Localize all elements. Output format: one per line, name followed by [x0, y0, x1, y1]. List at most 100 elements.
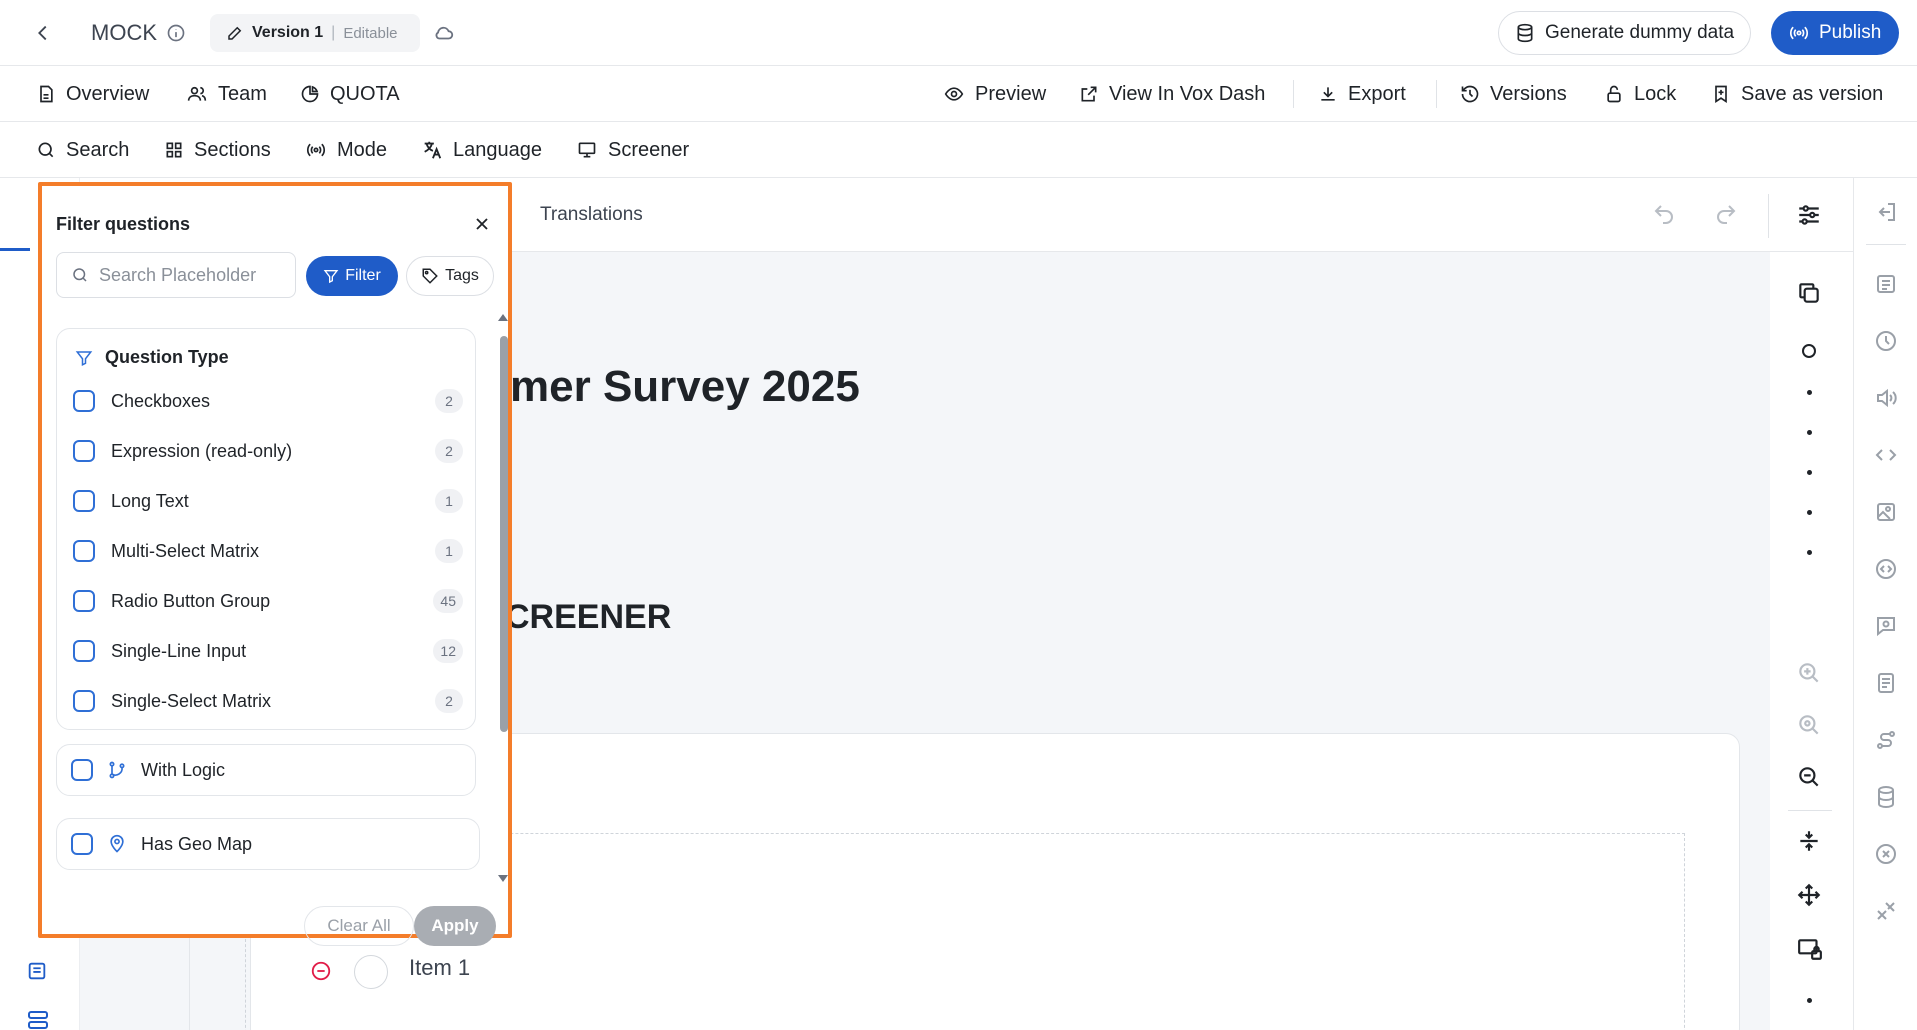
checkbox[interactable]	[73, 690, 95, 712]
nav-view-in-vox-dash[interactable]: View In Vox Dash	[1079, 66, 1265, 122]
outline-dot[interactable]	[1807, 470, 1812, 475]
option-multi-select-matrix[interactable]: Multi-Select Matrix 1	[73, 536, 463, 566]
generate-dummy-data-button[interactable]: Generate dummy data	[1498, 11, 1752, 55]
info-icon[interactable]	[166, 23, 186, 43]
checkbox[interactable]	[73, 440, 95, 462]
close-icon[interactable]	[472, 214, 492, 234]
download-icon	[1318, 84, 1338, 104]
radio-option[interactable]	[354, 955, 388, 989]
nav-save-as-version[interactable]: Save as version	[1711, 66, 1883, 122]
nav-language[interactable]: Language	[421, 122, 542, 178]
scroll-down-arrow[interactable]	[497, 874, 509, 884]
list-icon[interactable]	[1874, 272, 1898, 296]
nav-export[interactable]: Export	[1318, 66, 1406, 122]
question-type-group: Question Type Checkboxes 2 Expression (r…	[56, 328, 476, 730]
tools-icon[interactable]	[1874, 899, 1898, 923]
nav-preview[interactable]: Preview	[943, 66, 1046, 122]
nav-versions[interactable]: Versions	[1460, 66, 1567, 122]
move-icon[interactable]	[1796, 882, 1822, 908]
outline-dot[interactable]	[1807, 550, 1812, 555]
cloud-sync-icon[interactable]	[433, 22, 455, 44]
filter-tab-button[interactable]: Filter	[306, 256, 398, 296]
exit-panel-icon[interactable]	[1874, 200, 1898, 224]
branch-icon	[107, 760, 127, 780]
apply-button[interactable]: Apply	[414, 906, 496, 946]
copy-icon[interactable]	[1796, 280, 1822, 306]
outline-dot[interactable]	[1807, 510, 1812, 515]
image-icon[interactable]	[1874, 500, 1898, 524]
search-icon	[71, 266, 89, 284]
lock-icon	[1604, 84, 1624, 104]
zoom-in-icon[interactable]	[1796, 660, 1822, 686]
with-logic-filter[interactable]: With Logic	[56, 744, 476, 796]
volume-icon[interactable]	[1874, 386, 1898, 410]
route-icon[interactable]	[1874, 728, 1898, 752]
publish-button[interactable]: Publish	[1771, 11, 1900, 55]
checkbox[interactable]	[73, 640, 95, 662]
nav-screener[interactable]: Screener	[576, 122, 689, 178]
nav-sections[interactable]: Sections	[164, 122, 271, 178]
outline-dot[interactable]	[1807, 998, 1812, 1003]
zoom-out-icon[interactable]	[1796, 764, 1822, 790]
checkbox[interactable]	[73, 490, 95, 512]
undo-icon[interactable]	[1652, 202, 1676, 226]
remove-item-icon[interactable]	[310, 960, 332, 982]
active-tab-indicator	[0, 248, 30, 251]
settings-sliders-icon[interactable]	[1796, 202, 1822, 228]
checkbox[interactable]	[73, 540, 95, 562]
checkbox[interactable]	[73, 590, 95, 612]
nav-search[interactable]: Search	[36, 122, 129, 178]
code-icon[interactable]	[1874, 443, 1898, 467]
document-icon	[36, 84, 56, 104]
option-radio-button-group[interactable]: Radio Button Group 45	[73, 586, 463, 616]
stack-icon[interactable]	[26, 1008, 50, 1030]
database-icon[interactable]	[1874, 785, 1898, 809]
clock-icon[interactable]	[1874, 329, 1898, 353]
version-pill[interactable]: Version 1 | Editable	[210, 14, 420, 52]
option-single-select-matrix[interactable]: Single-Select Matrix 2	[73, 686, 463, 716]
option-expression[interactable]: Expression (read-only) 2	[73, 436, 463, 466]
back-icon[interactable]	[32, 22, 54, 44]
has-geo-map-filter[interactable]: Has Geo Map	[56, 818, 480, 870]
settings-chat-icon[interactable]	[1874, 614, 1898, 638]
checkbox[interactable]	[71, 833, 93, 855]
survey-title[interactable]: mer Survey 2025	[510, 362, 860, 412]
scroll-up-arrow[interactable]	[497, 312, 509, 322]
broadcast-icon	[1789, 23, 1809, 43]
zoom-reset-icon[interactable]	[1796, 712, 1822, 738]
users-icon	[186, 84, 208, 104]
outline-node-icon[interactable]	[1802, 344, 1816, 358]
count-badge: 1	[435, 489, 463, 513]
nav-lock[interactable]: Lock	[1604, 66, 1676, 122]
checkbox[interactable]	[73, 390, 95, 412]
redo-icon[interactable]	[1714, 202, 1738, 226]
tab-translations[interactable]: Translations	[540, 204, 643, 226]
tags-tab-button[interactable]: Tags	[406, 256, 494, 296]
option-long-text[interactable]: Long Text 1	[73, 486, 463, 516]
item-label[interactable]: Item 1	[409, 955, 470, 981]
code-badge-icon[interactable]	[1874, 557, 1898, 581]
nav-team[interactable]: Team	[186, 66, 267, 122]
option-single-line-input[interactable]: Single-Line Input 12	[73, 636, 463, 666]
section-heading[interactable]: CREENER	[505, 598, 671, 637]
count-badge: 12	[433, 639, 463, 663]
screen-lock-icon[interactable]	[1796, 936, 1824, 962]
top-bar: MOCK Version 1 | Editable Generate dummy…	[0, 0, 1917, 66]
collapse-icon[interactable]	[1796, 828, 1822, 854]
close-circle-icon[interactable]	[1874, 842, 1898, 866]
version-label: Version 1	[252, 24, 324, 41]
nav-overview[interactable]: Overview	[36, 66, 149, 122]
filter-search-input[interactable]: Search Placeholder	[56, 252, 296, 298]
translate-icon	[421, 139, 443, 161]
outline-dot[interactable]	[1807, 390, 1812, 395]
nav-mode[interactable]: Mode	[305, 122, 387, 178]
scrollbar-thumb[interactable]	[500, 336, 508, 732]
outline-dot[interactable]	[1807, 430, 1812, 435]
list-icon[interactable]	[26, 960, 48, 982]
nav-quota[interactable]: QUOTA	[300, 66, 400, 122]
page-icon[interactable]	[1874, 671, 1898, 695]
history-icon	[1460, 84, 1480, 104]
checkbox[interactable]	[71, 759, 93, 781]
clear-all-button[interactable]: Clear All	[304, 906, 414, 946]
option-checkboxes[interactable]: Checkboxes 2	[73, 386, 463, 416]
